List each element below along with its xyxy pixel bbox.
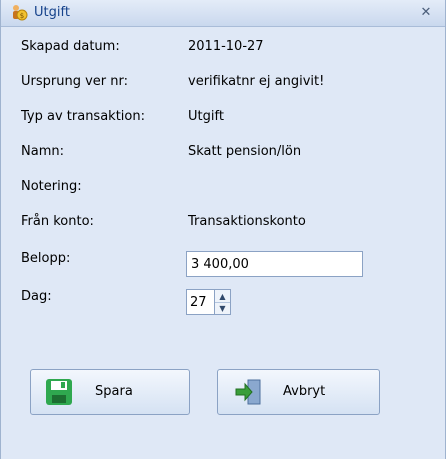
amount-input[interactable] [186, 251, 363, 277]
day-label: Dag: [21, 289, 52, 304]
day-spinner-buttons: ▲ ▼ [214, 289, 231, 315]
origin-ver-value: verifikatnr ej angivit! [188, 74, 325, 89]
spin-down-arrow-icon[interactable]: ▼ [215, 302, 230, 314]
amount-label: Belopp: [21, 251, 71, 266]
created-date-value: 2011-10-27 [188, 39, 264, 54]
name-value: Skatt pension/lön [188, 144, 302, 159]
note-label: Notering: [21, 179, 82, 194]
exit-door-icon [233, 377, 263, 407]
transaction-type-value: Utgift [188, 109, 224, 124]
from-account-value: Transaktionskonto [188, 214, 306, 229]
transaction-type-label: Typ av transaktion: [21, 109, 145, 124]
name-label: Namn: [21, 144, 64, 159]
money-person-icon: $ [10, 4, 28, 22]
cancel-button[interactable]: Avbryt [217, 369, 380, 415]
origin-ver-label: Ursprung ver nr: [21, 74, 128, 89]
dialog-body: Skapad datum: 2011-10-27 Ursprung ver nr… [1, 27, 445, 459]
dialog-window: $ Utgift ✕ Skapad datum: 2011-10-27 Ursp… [0, 0, 446, 459]
close-icon: ✕ [420, 4, 432, 20]
title-bar[interactable]: $ Utgift ✕ [1, 0, 445, 27]
save-button[interactable]: Spara [30, 369, 190, 415]
day-spinner[interactable]: ▲ ▼ [186, 289, 231, 315]
from-account-label: Från konto: [21, 214, 94, 229]
created-date-label: Skapad datum: [21, 39, 120, 54]
svg-text:$: $ [20, 12, 24, 20]
cancel-button-label: Avbryt [283, 384, 326, 399]
save-button-label: Spara [95, 384, 133, 399]
day-input[interactable] [186, 289, 214, 315]
close-button[interactable]: ✕ [417, 3, 435, 21]
floppy-disk-icon [44, 377, 74, 407]
window-title: Utgift [34, 5, 70, 20]
